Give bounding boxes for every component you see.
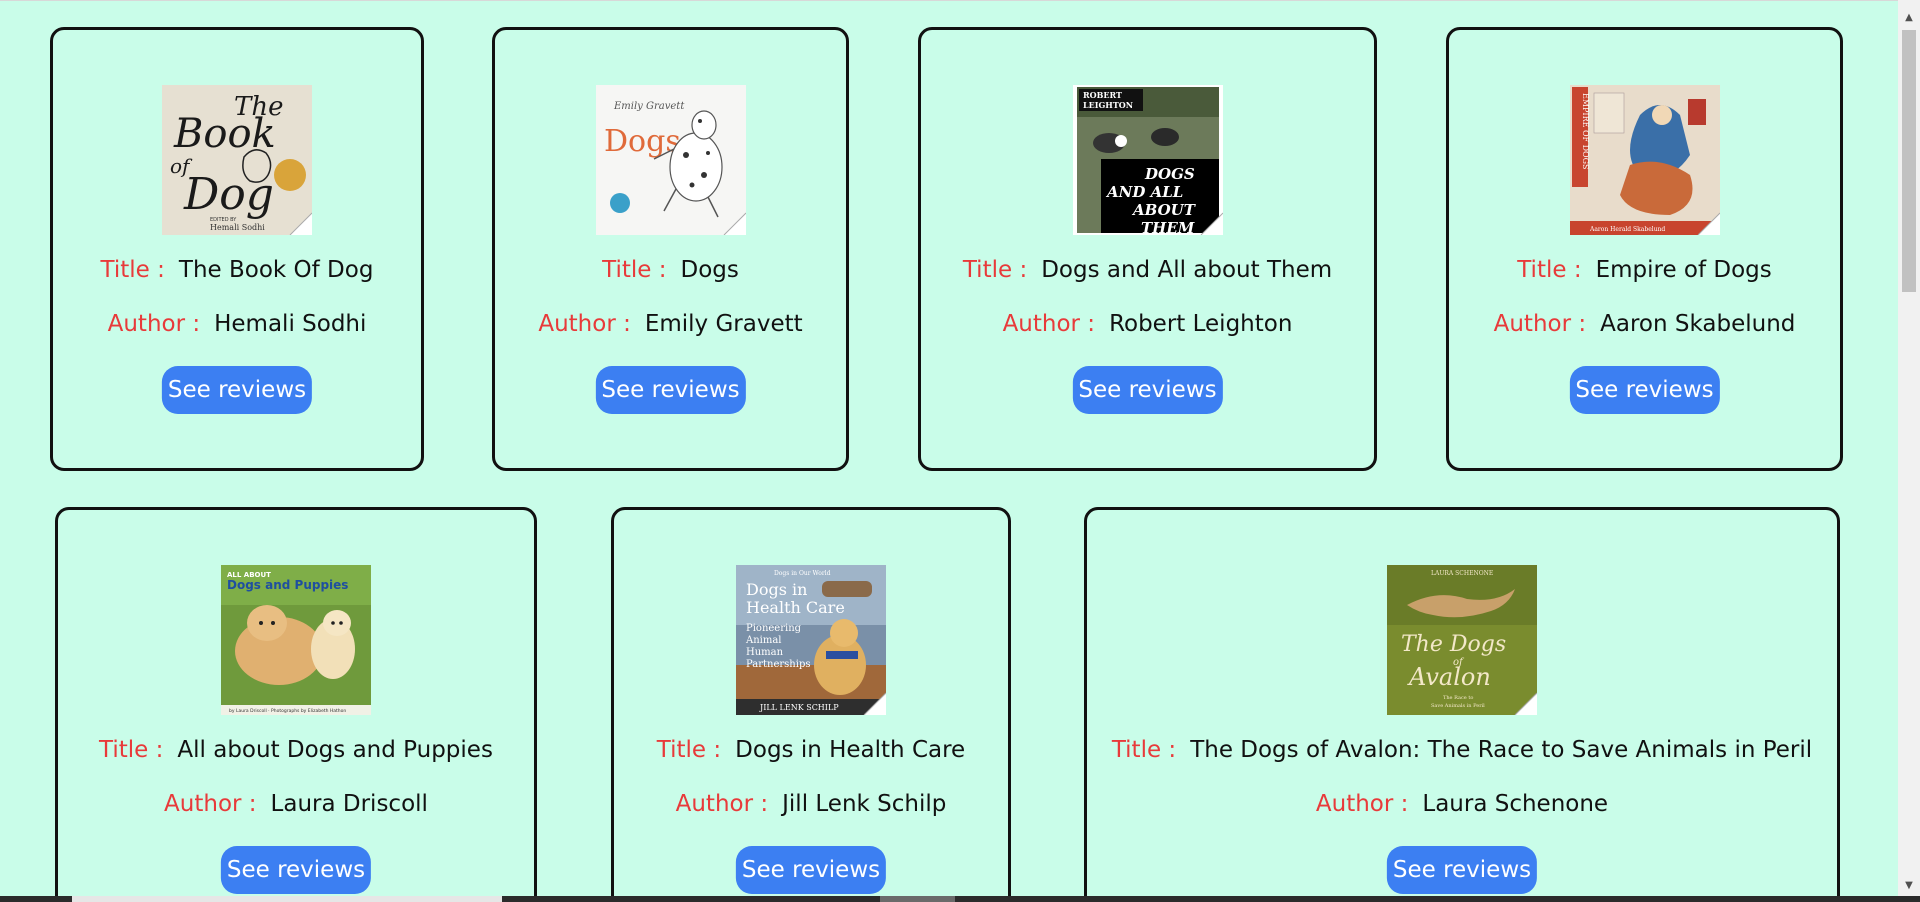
author-label: Author :: [1315, 791, 1409, 817]
svg-text:Dog: Dog: [183, 169, 274, 220]
book-cover-image[interactable]: Dogs in Our World Dogs in Health Care Pi…: [736, 565, 886, 715]
scrollbar-thumb[interactable]: [1902, 30, 1916, 292]
book-cover-image[interactable]: EMPIRE OF DOGS Aaron Herald Skabelund: [1569, 85, 1720, 235]
book-card: ROBERT LEIGHTON DOGS AND ALL ABOUT THEM …: [918, 27, 1377, 471]
taskbar-segment: [72, 896, 502, 902]
book-title: All about Dogs and Puppies: [177, 737, 493, 763]
svg-text:ROBERT: ROBERT: [1083, 90, 1122, 100]
title-label: Title :: [656, 737, 722, 763]
svg-text:The Dogs: The Dogs: [1401, 632, 1506, 657]
author-label: Author :: [107, 311, 201, 337]
author-label: Author :: [1002, 311, 1096, 337]
book-author: Emily Gravett: [644, 311, 803, 337]
see-reviews-button[interactable]: See reviews: [595, 366, 746, 414]
title-label: Title :: [962, 257, 1028, 283]
book-author-line: Author : Laura Driscoll: [58, 791, 534, 817]
svg-text:LAURA SCHENONE: LAURA SCHENONE: [1431, 570, 1493, 577]
svg-text:Avalon: Avalon: [1407, 663, 1491, 691]
svg-text:JILL LENK SCHILP: JILL LENK SCHILP: [759, 703, 839, 712]
scroll-down-arrow-icon[interactable]: ▼: [1898, 876, 1920, 896]
book-author-line: Author : Jill Lenk Schilp: [614, 791, 1008, 817]
svg-text:Partnerships: Partnerships: [746, 659, 810, 670]
book-title-line: Title : Empire of Dogs: [1449, 257, 1840, 283]
svg-text:ABOUT: ABOUT: [1131, 201, 1197, 219]
book-title-line: Title : All about Dogs and Puppies: [58, 737, 534, 763]
svg-text:The Race to: The Race to: [1443, 695, 1473, 701]
taskbar-segment: [880, 896, 955, 902]
book-title: Dogs and All about Them: [1041, 257, 1333, 283]
book-cover-image[interactable]: The Book of Dog EDITED BY Hemali Sodhi: [162, 85, 312, 235]
book-card: LAURA SCHENONE The Dogs of Avalon The Ra…: [1084, 507, 1840, 897]
see-reviews-button[interactable]: See reviews: [1569, 366, 1720, 414]
see-reviews-button[interactable]: See reviews: [735, 846, 887, 894]
title-label: Title :: [1517, 257, 1582, 283]
see-reviews-button[interactable]: See reviews: [220, 846, 372, 894]
book-author-line: Author : Laura Schenone: [1087, 791, 1837, 817]
book-title: The Book Of Dog: [178, 257, 374, 283]
author-label: Author :: [675, 791, 769, 817]
svg-text:Save Animals in Peril: Save Animals in Peril: [1431, 703, 1485, 709]
svg-text:Dogs: Dogs: [604, 124, 681, 159]
book-cover-image[interactable]: ROBERT LEIGHTON DOGS AND ALL ABOUT THEM: [1072, 85, 1223, 235]
book-author-line: Author : Hemali Sodhi: [53, 311, 421, 337]
book-card: Dogs in Our World Dogs in Health Care Pi…: [611, 507, 1011, 897]
scroll-up-arrow-icon[interactable]: ▲: [1898, 8, 1920, 28]
book-author-line: Author : Aaron Skabelund: [1449, 311, 1840, 337]
book-author: Jill Lenk Schilp: [782, 791, 947, 817]
svg-text:Aaron Herald Skabelund: Aaron Herald Skabelund: [1589, 226, 1665, 233]
book-title: Empire of Dogs: [1595, 257, 1772, 283]
book-author: Laura Schenone: [1422, 791, 1609, 817]
svg-text:Emily Gravett: Emily Gravett: [613, 101, 685, 112]
title-label: Title :: [100, 257, 165, 283]
svg-text:EMPIRE OF DOGS: EMPIRE OF DOGS: [1581, 93, 1590, 169]
svg-text:Pioneering: Pioneering: [746, 623, 802, 634]
book-card: ALL ABOUT Dogs and Puppies by Laura Dris…: [55, 507, 537, 897]
svg-text:Dogs in Our World: Dogs in Our World: [774, 570, 831, 577]
svg-text:Dogs and Puppies: Dogs and Puppies: [227, 578, 348, 592]
book-title-line: Title : The Dogs of Avalon: The Race to S…: [1087, 737, 1837, 763]
svg-text:Hemali Sodhi: Hemali Sodhi: [210, 223, 265, 232]
book-title: The Dogs of Avalon: The Race to Save Ani…: [1190, 737, 1813, 763]
svg-text:Health Care: Health Care: [746, 598, 845, 617]
book-cover-image[interactable]: LAURA SCHENONE The Dogs of Avalon The Ra…: [1387, 565, 1537, 715]
vertical-scrollbar[interactable]: ▲ ▼: [1898, 0, 1920, 896]
book-title-line: Title : Dogs: [495, 257, 846, 283]
book-author: Laura Driscoll: [270, 791, 428, 817]
book-author-line: Author : Emily Gravett: [495, 311, 846, 337]
book-title-line: Title : Dogs and All about Them: [921, 257, 1374, 283]
svg-text:DOGS: DOGS: [1144, 165, 1195, 183]
book-card: The Book of Dog EDITED BY Hemali Sodhi T…: [50, 27, 424, 471]
see-reviews-button[interactable]: See reviews: [1072, 366, 1223, 414]
book-title-line: Title : Dogs in Health Care: [614, 737, 1008, 763]
svg-text:THEM: THEM: [1141, 219, 1195, 235]
book-card: EMPIRE OF DOGS Aaron Herald Skabelund Ti…: [1446, 27, 1843, 471]
see-reviews-button[interactable]: See reviews: [161, 366, 313, 414]
book-title: Dogs in Health Care: [735, 737, 966, 763]
svg-text:Dogs in: Dogs in: [746, 580, 807, 599]
book-author: Aaron Skabelund: [1600, 311, 1796, 337]
author-label: Author :: [538, 311, 631, 337]
book-author-line: Author : Robert Leighton: [921, 311, 1374, 337]
title-label: Title :: [602, 257, 667, 283]
book-author: Hemali Sodhi: [214, 311, 367, 337]
svg-text:by Laura Driscoll · Photograph: by Laura Driscoll · Photographs by Eliza…: [229, 708, 346, 714]
book-cover-image[interactable]: ALL ABOUT Dogs and Puppies by Laura Dris…: [221, 565, 371, 715]
book-title-line: Title : The Book Of Dog: [53, 257, 421, 283]
svg-text:AND ALL: AND ALL: [1105, 183, 1183, 201]
svg-text:LEIGHTON: LEIGHTON: [1083, 100, 1133, 110]
book-title: Dogs: [680, 257, 739, 283]
title-label: Title :: [1111, 737, 1177, 763]
page-content: The Book of Dog EDITED BY Hemali Sodhi T…: [0, 0, 1898, 897]
book-author: Robert Leighton: [1109, 311, 1293, 337]
title-label: Title :: [99, 737, 164, 763]
svg-text:Animal: Animal: [745, 635, 782, 646]
book-cover-image[interactable]: Emily Gravett Dogs: [595, 85, 746, 235]
taskbar-edge: [0, 896, 1920, 902]
svg-text:Human: Human: [746, 647, 784, 658]
book-card: Emily Gravett Dogs Title : Dogs Author : E…: [492, 27, 849, 471]
see-reviews-button[interactable]: See reviews: [1386, 846, 1538, 894]
author-label: Author :: [164, 791, 257, 817]
author-label: Author :: [1493, 311, 1587, 337]
